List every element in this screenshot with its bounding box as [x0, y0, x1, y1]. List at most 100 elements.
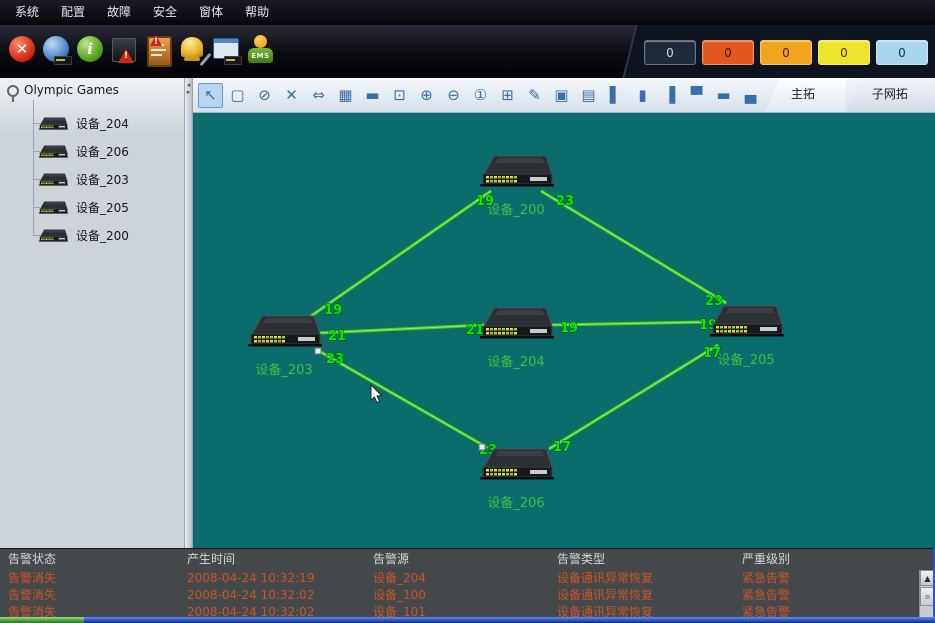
alarm-counter-3[interactable]: 0	[818, 40, 870, 65]
device-node-205[interactable]: 设备_205	[710, 306, 784, 368]
menu-window[interactable]: 窗体	[188, 0, 234, 25]
panel-splitter[interactable]: ◂▸	[185, 78, 193, 548]
link-203-206[interactable]: 2323	[319, 351, 497, 458]
link-tool[interactable]: ✎	[522, 83, 547, 108]
link-204-205[interactable]: 1919	[549, 318, 717, 336]
device-node-206[interactable]: 设备_206	[480, 449, 554, 511]
select-tool[interactable]: ↖	[198, 83, 223, 108]
zoom-actual-tool[interactable]: ①	[468, 83, 493, 108]
alarm-counter-panel: 00000	[643, 25, 935, 78]
cell-severity: 紧急告警	[734, 570, 935, 587]
save-tool[interactable]: ▣	[549, 83, 574, 108]
view-manager-button[interactable]	[210, 31, 243, 71]
align-bottom-tool[interactable]: ▄	[738, 83, 763, 108]
align-top-tool[interactable]: ▀	[684, 83, 709, 108]
device-node-204[interactable]: 设备_204	[480, 308, 554, 370]
nms-window: 系统 配置 故障 安全 窗体 帮助 ✕ i	[0, 0, 935, 623]
alarm-counter-2[interactable]: 0	[760, 40, 812, 65]
move-link-tool[interactable]: ⇔	[306, 83, 331, 108]
device-icon	[224, 56, 242, 65]
link-206-205[interactable]: 1717	[549, 345, 721, 455]
col-occur-time[interactable]: 产生时间	[179, 549, 365, 570]
alarm-list-button[interactable]	[142, 31, 175, 71]
tree-root-expander-icon[interactable]	[7, 85, 19, 97]
cell-time: 2008-04-24 10:32:19	[179, 570, 365, 587]
menu-security[interactable]: 安全	[142, 0, 188, 25]
cell-time: 2008-04-24 10:32:02	[179, 587, 365, 604]
background-image-tool[interactable]: ▦	[333, 83, 358, 108]
tab-main-topology[interactable]: 主拓扑图	[765, 78, 846, 112]
window-border-line	[84, 617, 935, 623]
device-alarm-button[interactable]	[108, 31, 141, 71]
device-node-label: 设备_206	[487, 495, 544, 511]
link-port-number: 17	[553, 440, 571, 455]
taskbar-fragment	[0, 617, 84, 623]
layers-tool[interactable]: ▬	[360, 83, 385, 108]
tree-connector-line	[33, 100, 34, 236]
cell-type: 设备通讯异常恢复	[549, 587, 734, 604]
alarm-counter-0[interactable]: 0	[644, 40, 696, 65]
exit-button[interactable]: ✕	[6, 31, 39, 71]
link-203-200[interactable]: 1919	[311, 191, 494, 318]
ems-user-button[interactable]: EMS	[244, 31, 277, 71]
menu-fault[interactable]: 故障	[96, 0, 142, 25]
cell-status: 告警消失	[0, 570, 179, 587]
align-vcenter-tool[interactable]: ▮	[630, 83, 655, 108]
marquee-select-tool[interactable]: ▢	[225, 83, 250, 108]
cell-source: 设备_100	[365, 587, 549, 604]
link-200-205[interactable]: 2323	[541, 191, 726, 309]
link-selection-handle[interactable]	[479, 444, 485, 450]
align-hcenter-tool[interactable]: ▬	[711, 83, 736, 108]
topology-canvas[interactable]: 1919 2323 2121 1919 2323 1717 设备_200 设备_203 设备_…	[193, 113, 935, 548]
info-icon: i	[77, 36, 103, 62]
device-node-203[interactable]: 设备_203	[248, 316, 322, 378]
main-toolbar: ✕ i	[0, 25, 935, 79]
link-selection-handle[interactable]	[315, 348, 321, 354]
col-alarm-source[interactable]: 告警源	[365, 549, 549, 570]
tree-root-label[interactable]: Olympic Games	[24, 83, 119, 97]
device-node-200[interactable]: 设备_200	[480, 156, 554, 218]
zoom-area-tool[interactable]: ⊡	[387, 83, 412, 108]
topology-panel: ↖▢⊘✕⇔▦▬⊡⊕⊖①⊞✎▣▤▌▮▐▀▬▄ 主拓扑图 子网拓扑...	[193, 78, 935, 548]
fit-view-tool[interactable]: ⊞	[495, 83, 520, 108]
sidebar-item-设备_200[interactable]: 设备_200	[38, 224, 129, 246]
col-severity[interactable]: 严重级别	[734, 549, 935, 570]
col-alarm-status[interactable]: 告警状态	[0, 549, 179, 570]
link-port-number: 23	[556, 194, 574, 209]
tab-subnet-topology[interactable]: 子网拓扑...	[846, 78, 935, 112]
info-button[interactable]: i	[74, 31, 107, 71]
tree-item-label: 设备_206	[76, 143, 129, 160]
device-icon	[38, 173, 68, 186]
alarm-counter-4[interactable]: 0	[876, 40, 928, 65]
warning-triangle-icon	[118, 49, 134, 63]
topology-tabs: 主拓扑图 子网拓扑...	[765, 78, 935, 112]
alarm-counter-1[interactable]: 0	[702, 40, 754, 65]
zoom-out-tool[interactable]: ⊖	[441, 83, 466, 108]
alarm-config-button[interactable]	[176, 31, 209, 71]
sidebar-item-设备_204[interactable]: 设备_204	[38, 112, 129, 134]
device-icon	[38, 145, 68, 158]
device-tree-panel: Olympic Games 设备_204 设备_206 设备_203 设备_205 设备…	[0, 78, 185, 548]
topology-button[interactable]	[40, 31, 73, 71]
alarm-row[interactable]: 告警消失 2008-04-24 10:32:02 设备_100 设备通讯异常恢复…	[0, 587, 935, 604]
link-203-204[interactable]: 2121	[319, 323, 484, 344]
grid-tool[interactable]: ▤	[576, 83, 601, 108]
align-left-tool[interactable]: ▌	[603, 83, 628, 108]
splitter-collapse-icon[interactable]: ◂▸	[185, 82, 192, 96]
menu-help[interactable]: 帮助	[234, 0, 280, 25]
sidebar-item-设备_203[interactable]: 设备_203	[38, 168, 129, 190]
sidebar-item-设备_205[interactable]: 设备_205	[38, 196, 129, 218]
menu-config[interactable]: 配置	[50, 0, 96, 25]
sidebar-item-设备_206[interactable]: 设备_206	[38, 140, 129, 162]
zoom-in-tool[interactable]: ⊕	[414, 83, 439, 108]
link-port-number: 21	[328, 329, 346, 344]
alarm-row[interactable]: 告警消失 2008-04-24 10:32:19 设备_204 设备通讯异常恢复…	[0, 570, 935, 587]
col-alarm-type[interactable]: 告警类型	[549, 549, 734, 570]
bell-icon	[181, 37, 203, 57]
align-right-tool[interactable]: ▐	[657, 83, 682, 108]
tree-item-label: 设备_200	[76, 227, 129, 244]
delete-tool[interactable]: ✕	[279, 83, 304, 108]
deselect-tool[interactable]: ⊘	[252, 83, 277, 108]
cell-status: 告警消失	[0, 587, 179, 604]
menu-system[interactable]: 系统	[4, 0, 50, 25]
